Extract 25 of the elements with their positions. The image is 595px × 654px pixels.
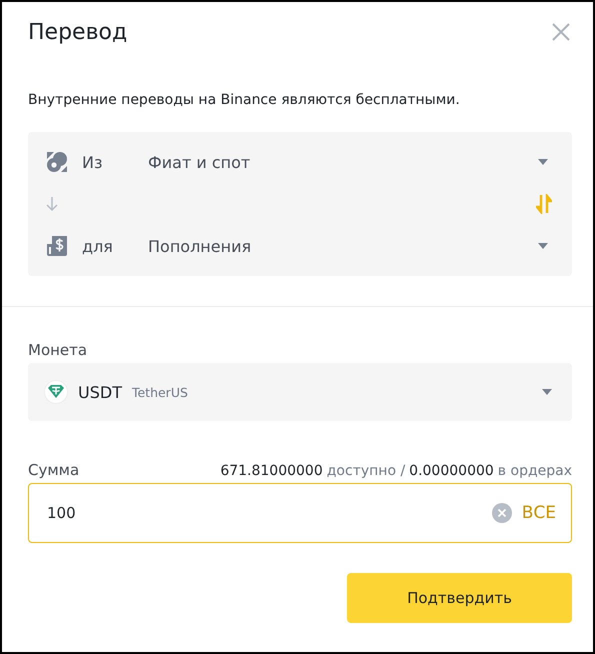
amount-field[interactable]: 100 ВСЕ bbox=[28, 483, 572, 543]
down-arrow-icon bbox=[46, 196, 58, 212]
wallet-label: для bbox=[82, 236, 114, 256]
close-icon[interactable] bbox=[551, 22, 571, 42]
coin-label: Монета bbox=[28, 341, 88, 359]
swap-icon[interactable] bbox=[536, 194, 552, 214]
wallet-select[interactable]: Пополнения bbox=[148, 236, 552, 256]
in-orders-label: в ордерах bbox=[498, 463, 572, 479]
caret-icon bbox=[542, 389, 552, 395]
coin-icon bbox=[44, 380, 68, 404]
amount-label: Сумма bbox=[28, 461, 80, 479]
caret-icon bbox=[538, 243, 548, 249]
notice-text: Внутренние переводы на Binance являются бесплатными. bbox=[28, 92, 461, 108]
caret-icon bbox=[538, 159, 548, 165]
available-label: доступно / bbox=[326, 463, 406, 479]
in-orders-amount: 0.00000000 bbox=[409, 463, 494, 479]
confirm-button[interactable]: Подтвердить bbox=[347, 573, 572, 623]
clear-icon[interactable] bbox=[492, 503, 512, 523]
dialog-title: Перевод bbox=[28, 20, 128, 44]
available-amount: 671.81000000 bbox=[220, 463, 323, 479]
coin-select[interactable]: USDT TetherUS bbox=[28, 363, 572, 421]
wallet-icon bbox=[46, 151, 68, 173]
dollar-card-icon bbox=[46, 235, 68, 257]
wallet-label: Из bbox=[82, 152, 104, 172]
wallet-select[interactable]: Фиат и спот bbox=[148, 152, 552, 172]
